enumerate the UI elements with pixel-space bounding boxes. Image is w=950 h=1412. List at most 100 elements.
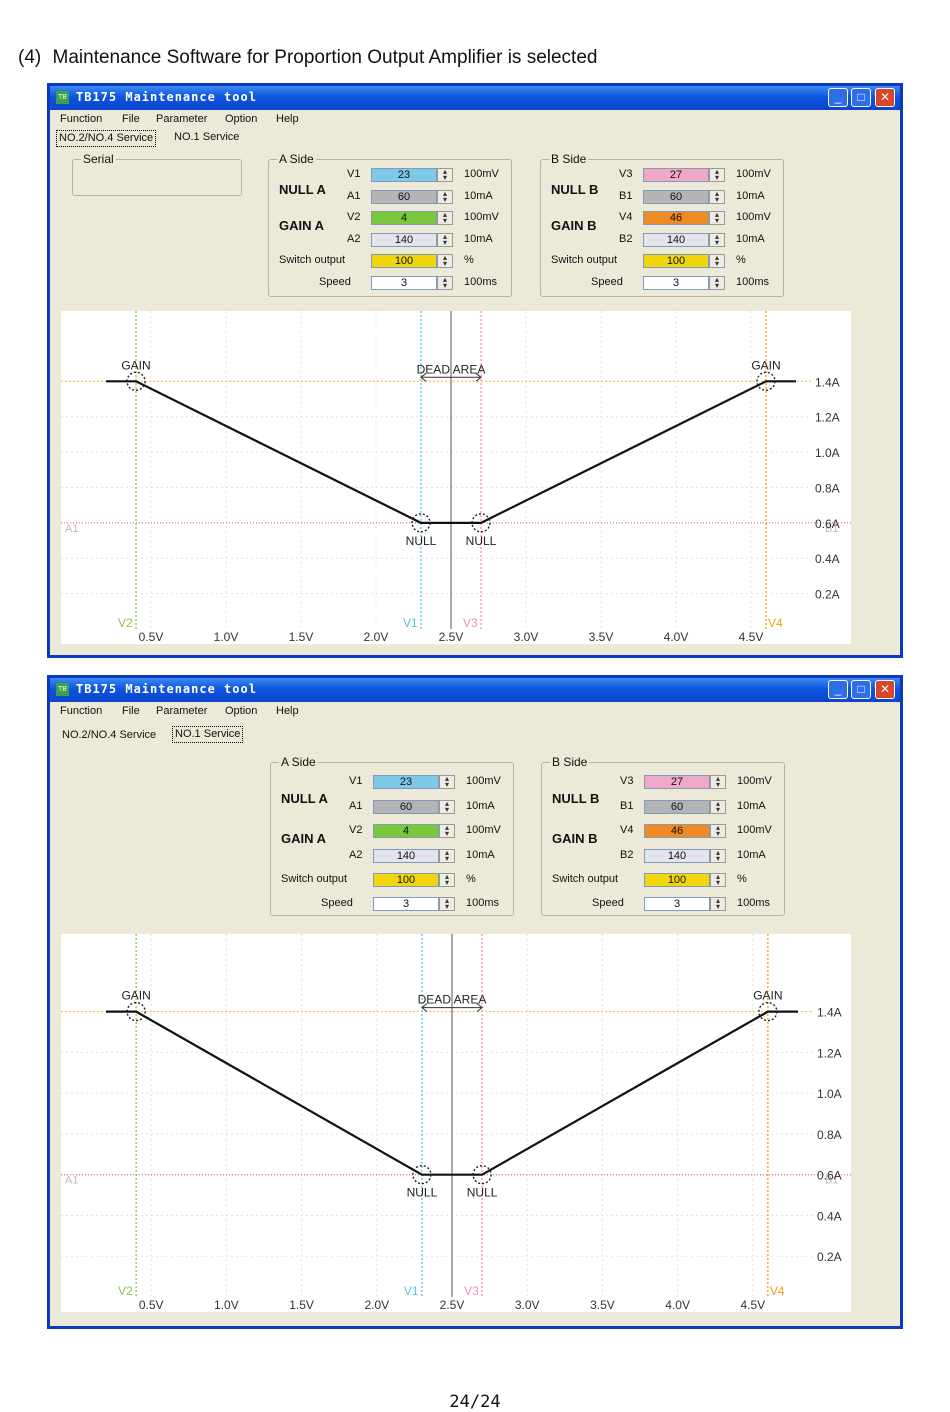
b2-spinner[interactable]: ▴ ▾ [710, 849, 726, 863]
speed-spinner[interactable]: ▴ ▾ [439, 897, 455, 911]
speed-field[interactable]: 3 [373, 897, 439, 911]
minimize-button[interactable]: _ [828, 680, 848, 699]
v4-spinner[interactable]: ▴ ▾ [710, 824, 726, 838]
b1-spinner[interactable]: ▴ ▾ [709, 190, 725, 204]
a2-field[interactable]: 140 [373, 849, 439, 863]
a1-field[interactable]: 60 [371, 190, 437, 204]
x-tick-label: 3.0V [515, 1298, 540, 1312]
menu-option[interactable]: Option [225, 113, 257, 125]
minimize-button[interactable]: _ [828, 88, 848, 107]
v2-field[interactable]: 4 [371, 211, 437, 225]
maximize-button[interactable]: □ [851, 88, 871, 107]
speed-spinner[interactable]: ▴ ▾ [437, 276, 453, 290]
v2-label: V2 [347, 211, 361, 223]
v1-field[interactable]: 23 [373, 775, 439, 789]
v1-spinner[interactable]: ▴ ▾ [439, 775, 455, 789]
close-button[interactable]: ✕ [875, 680, 895, 699]
a2-spinner[interactable]: ▴ ▾ [437, 233, 453, 247]
speed-b-field[interactable]: 3 [644, 897, 710, 911]
v3-spinner[interactable]: ▴ ▾ [709, 168, 725, 182]
v4-field[interactable]: 46 [644, 824, 710, 838]
v-label-v4: V4 [770, 1284, 785, 1298]
menu-file[interactable]: File [122, 705, 140, 717]
switch-output-b-spinner[interactable]: ▴ ▾ [710, 873, 726, 887]
menu-parameter[interactable]: Parameter [156, 113, 207, 125]
speed-b-field[interactable]: 3 [643, 276, 709, 290]
b2-spinner[interactable]: ▴ ▾ [709, 233, 725, 247]
v1-unit: 100mV [464, 168, 499, 180]
characteristic-graph-svg: A1 B1V2 V1 V3 V4GAIN GAINNULL NULLDEAD AREA0.5… [61, 934, 851, 1312]
v-label-v2: V2 [118, 1284, 133, 1298]
b-side-group: B Side NULL B GAIN B V3 27 ▴ ▾ 100mV B1 6… [541, 755, 785, 916]
b1-unit: 10mA [736, 190, 765, 202]
null-b-label: NULL B [551, 182, 599, 197]
switch-output-b-label: Switch output [552, 873, 619, 885]
switch-output-b-unit: % [737, 873, 747, 885]
x-tick-label: 2.5V [440, 1298, 465, 1312]
v2-field[interactable]: 4 [373, 824, 439, 838]
switch-output-spinner[interactable]: ▴ ▾ [437, 254, 453, 268]
tab-no1-service[interactable]: NO.1 Service [172, 726, 244, 743]
y-tick-label: 0.6A [817, 1169, 842, 1183]
v4-label: V4 [620, 824, 634, 836]
b1-field[interactable]: 60 [643, 190, 709, 204]
tab-no2-no4-service[interactable]: NO.2/NO.4 Service [56, 130, 157, 147]
speed-b-spinner[interactable]: ▴ ▾ [709, 276, 725, 290]
menu-function[interactable]: Function [60, 113, 102, 125]
v1-field[interactable]: 23 [371, 168, 437, 182]
a-side-group: A Side NULL A GAIN A V1 23 ▴ ▾ 100mV A1 6… [268, 152, 512, 297]
y-tick-label: 1.4A [815, 375, 840, 389]
v1-spinner[interactable]: ▴ ▾ [437, 168, 453, 182]
v3-spinner[interactable]: ▴ ▾ [710, 775, 726, 789]
title-bar[interactable]: TB TB175 Maintenance tool _ □ ✕ [50, 678, 900, 702]
tab-no1-service[interactable]: NO.1 Service [172, 130, 241, 145]
b1-field[interactable]: 60 [644, 800, 710, 814]
b2-field[interactable]: 140 [643, 233, 709, 247]
a2-field[interactable]: 140 [371, 233, 437, 247]
characteristic-graph-svg: A1 B1V2 V1 V3 V4GAIN GAINNULL NULLDEAD AREA0.5… [61, 311, 851, 644]
speed-b-unit: 100ms [737, 897, 771, 909]
title-bar[interactable]: TB TB175 Maintenance tool _ □ ✕ [50, 86, 900, 110]
switch-output-field[interactable]: 100 [373, 873, 439, 887]
maximize-button[interactable]: □ [851, 680, 871, 699]
a1-label: A1 [347, 190, 361, 202]
menu-option[interactable]: Option [225, 705, 257, 717]
menu-help[interactable]: Help [276, 113, 299, 125]
a1-field[interactable]: 60 [373, 800, 439, 814]
switch-output-b-field[interactable]: 100 [644, 873, 710, 887]
close-button[interactable]: ✕ [875, 88, 895, 107]
v3-unit: 100mV [737, 775, 772, 787]
x-tick-label: 4.0V [664, 630, 689, 644]
a-side-group: A Side NULL A GAIN A V1 23 ▴ ▾ 100mV A1 6… [270, 755, 514, 916]
switch-output-b-field[interactable]: 100 [643, 254, 709, 268]
tab-no2-no4-service[interactable]: NO.2/NO.4 Service [60, 728, 158, 743]
b2-field[interactable]: 140 [644, 849, 710, 863]
switch-output-label: Switch output [279, 254, 346, 266]
switch-output-spinner[interactable]: ▴ ▾ [439, 873, 455, 887]
v4-unit: 100mV [736, 211, 771, 223]
menu-help[interactable]: Help [276, 705, 299, 717]
y-tick-label: 0.4A [817, 1209, 842, 1223]
v3-field[interactable]: 27 [644, 775, 710, 789]
speed-field[interactable]: 3 [371, 276, 437, 290]
a2-spinner[interactable]: ▴ ▾ [439, 849, 455, 863]
v2-spinner[interactable]: ▴ ▾ [437, 211, 453, 225]
b1-spinner[interactable]: ▴ ▾ [710, 800, 726, 814]
menu-parameter[interactable]: Parameter [156, 705, 207, 717]
menu-function[interactable]: Function [60, 705, 102, 717]
menu-file[interactable]: File [122, 113, 140, 125]
switch-output-field[interactable]: 100 [371, 254, 437, 268]
v4-spinner[interactable]: ▴ ▾ [709, 211, 725, 225]
x-tick-label: 2.5V [439, 630, 464, 644]
v4-field[interactable]: 46 [643, 211, 709, 225]
switch-output-b-spinner[interactable]: ▴ ▾ [709, 254, 725, 268]
a1-spinner[interactable]: ▴ ▾ [437, 190, 453, 204]
speed-unit: 100ms [466, 897, 500, 909]
speed-b-spinner[interactable]: ▴ ▾ [710, 897, 726, 911]
v3-field[interactable]: 27 [643, 168, 709, 182]
dead-area-label: DEAD AREA [417, 362, 486, 376]
marker-label-gain: GAIN [751, 358, 780, 372]
x-tick-label: 4.5V [739, 630, 764, 644]
v2-spinner[interactable]: ▴ ▾ [439, 824, 455, 838]
a1-spinner[interactable]: ▴ ▾ [439, 800, 455, 814]
